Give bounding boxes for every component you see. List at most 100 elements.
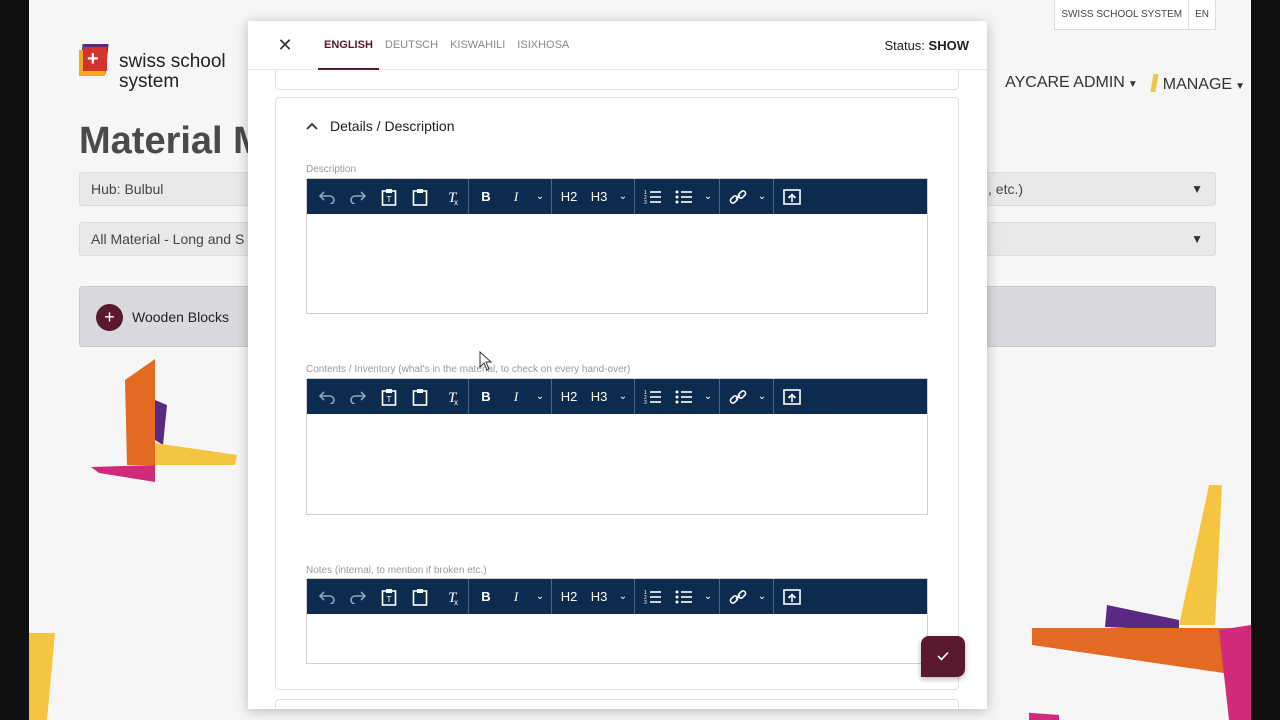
italic-button[interactable]: I — [501, 379, 531, 414]
contents-label: Contents / Inventory (what's in the mate… — [306, 364, 631, 375]
decorative-shapes-right — [1029, 485, 1251, 720]
editor-content[interactable] — [307, 614, 927, 663]
chevron-down-icon[interactable]: ⌄ — [699, 579, 717, 614]
editor-toolbar: T Tx B I ⌄ H2 H3 ⌄ 123 ⌄ ⌄ — [307, 179, 927, 214]
h3-button[interactable]: H3 — [584, 579, 614, 614]
link-icon[interactable] — [722, 379, 753, 414]
upload-icon[interactable] — [776, 579, 807, 614]
paste-text-icon[interactable]: T — [373, 579, 404, 614]
description-editor[interactable]: T Tx B I ⌄ H2 H3 ⌄ 123 ⌄ ⌄ — [306, 178, 928, 314]
link-icon[interactable] — [722, 179, 753, 214]
svg-text:3: 3 — [644, 600, 647, 605]
chevron-down-icon[interactable]: ⌄ — [614, 179, 632, 214]
tab-kiswahili[interactable]: KISWAHILI — [444, 21, 511, 70]
link-icon[interactable] — [722, 579, 753, 614]
undo-icon[interactable] — [311, 579, 342, 614]
bold-button[interactable]: B — [471, 579, 501, 614]
notes-editor[interactable]: T Tx B I ⌄ H2 H3 ⌄ 123 ⌄ ⌄ — [306, 578, 928, 664]
bullet-list-icon[interactable] — [668, 379, 699, 414]
paste-icon[interactable] — [404, 579, 435, 614]
italic-button[interactable]: I — [501, 579, 531, 614]
page-title: Material M — [79, 120, 265, 162]
editor-toolbar: T Tx B I ⌄ H2 H3 ⌄ 123 ⌄ ⌄ — [307, 579, 927, 614]
redo-icon[interactable] — [342, 379, 373, 414]
ordered-list-icon[interactable]: 123 — [637, 579, 668, 614]
editor-toolbar: T Tx B I ⌄ H2 H3 ⌄ 123 ⌄ ⌄ — [307, 379, 927, 414]
school-link[interactable]: SWISS SCHOOL SYSTEM — [1055, 0, 1190, 29]
chevron-down-icon[interactable]: ⌄ — [531, 179, 549, 214]
svg-text:3: 3 — [644, 200, 647, 205]
next-section — [275, 699, 959, 709]
notes-label: Notes (internal, to mention if broken et… — [306, 565, 487, 576]
left-margin — [0, 0, 29, 720]
undo-icon[interactable] — [311, 179, 342, 214]
svg-text:3: 3 — [644, 400, 647, 405]
svg-text:x: x — [454, 398, 458, 406]
chevron-down-icon[interactable]: ⌄ — [699, 179, 717, 214]
redo-icon[interactable] — [342, 579, 373, 614]
h2-button[interactable]: H2 — [554, 179, 584, 214]
paste-icon[interactable] — [404, 179, 435, 214]
chevron-down-icon: ▼ — [1191, 232, 1203, 246]
material-name: Wooden Blocks — [132, 309, 230, 325]
tab-isixhosa[interactable]: ISIXHOSA — [511, 21, 575, 70]
add-icon[interactable]: + — [96, 304, 123, 331]
nav-manage[interactable]: MANAGE ▼ — [1150, 74, 1245, 94]
paste-text-icon[interactable]: T — [373, 179, 404, 214]
bold-button[interactable]: B — [471, 379, 501, 414]
chevron-down-icon[interactable]: ⌄ — [753, 579, 771, 614]
clear-format-icon[interactable]: Tx — [435, 379, 466, 414]
decorative-shape-bottom-left — [29, 633, 55, 720]
chevron-down-icon: ▼ — [1191, 182, 1203, 196]
chevron-down-icon[interactable]: ⌄ — [531, 379, 549, 414]
upload-icon[interactable] — [776, 379, 807, 414]
nav-daycare-admin[interactable]: AYCARE ADMIN ▼ — [1005, 74, 1138, 94]
right-margin — [1251, 0, 1280, 720]
tab-english[interactable]: ENGLISH — [318, 21, 379, 70]
paste-icon[interactable] — [404, 379, 435, 414]
undo-icon[interactable] — [311, 379, 342, 414]
check-icon — [937, 651, 949, 661]
italic-button[interactable]: I — [501, 179, 531, 214]
h2-button[interactable]: H2 — [554, 379, 584, 414]
clear-format-icon[interactable]: Tx — [435, 579, 466, 614]
editor-content[interactable] — [307, 414, 927, 514]
ordered-list-icon[interactable]: 123 — [637, 179, 668, 214]
bullet-list-icon[interactable] — [668, 179, 699, 214]
bullet-list-icon[interactable] — [668, 579, 699, 614]
redo-icon[interactable] — [342, 179, 373, 214]
bold-button[interactable]: B — [471, 179, 501, 214]
editor-content[interactable] — [307, 214, 927, 313]
tab-deutsch[interactable]: DEUTSCH — [379, 21, 444, 70]
clear-format-icon[interactable]: Tx — [435, 179, 466, 214]
chevron-down-icon[interactable]: ⌄ — [753, 179, 771, 214]
save-button[interactable] — [921, 636, 965, 677]
h2-button[interactable]: H2 — [554, 579, 584, 614]
svg-text:T: T — [386, 395, 391, 404]
h3-button[interactable]: H3 — [584, 379, 614, 414]
language-link[interactable]: EN — [1189, 0, 1215, 29]
chevron-down-icon[interactable]: ⌄ — [614, 579, 632, 614]
chevron-down-icon[interactable]: ⌄ — [753, 379, 771, 414]
chevron-down-icon[interactable]: ⌄ — [699, 379, 717, 414]
chevron-down-icon[interactable]: ⌄ — [531, 579, 549, 614]
top-bar: SWISS SCHOOL SYSTEM EN — [1054, 0, 1216, 30]
close-icon[interactable]: ✕ — [276, 35, 294, 55]
paste-text-icon[interactable]: T — [373, 379, 404, 414]
material-edit-dialog: ✕ ENGLISH DEUTSCH KISWAHILI ISIXHOSA Sta… — [248, 21, 987, 709]
svg-text:x: x — [454, 198, 458, 206]
logo[interactable]: + swiss school system — [79, 44, 226, 92]
chevron-up-icon — [306, 119, 320, 133]
section-toggle[interactable]: Details / Description — [306, 118, 455, 134]
ordered-list-icon[interactable]: 123 — [637, 379, 668, 414]
dialog-header: ✕ ENGLISH DEUTSCH KISWAHILI ISIXHOSA Sta… — [248, 21, 987, 70]
svg-text:T: T — [386, 195, 391, 204]
chevron-down-icon[interactable]: ⌄ — [614, 379, 632, 414]
upload-icon[interactable] — [776, 179, 807, 214]
decorative-shapes-left — [91, 359, 237, 482]
contents-editor[interactable]: T Tx B I ⌄ H2 H3 ⌄ 123 ⌄ ⌄ — [306, 378, 928, 515]
mouse-cursor — [479, 351, 493, 371]
section-title: Details / Description — [330, 118, 455, 134]
h3-button[interactable]: H3 — [584, 179, 614, 214]
status-indicator[interactable]: Status: SHOW — [884, 38, 969, 53]
